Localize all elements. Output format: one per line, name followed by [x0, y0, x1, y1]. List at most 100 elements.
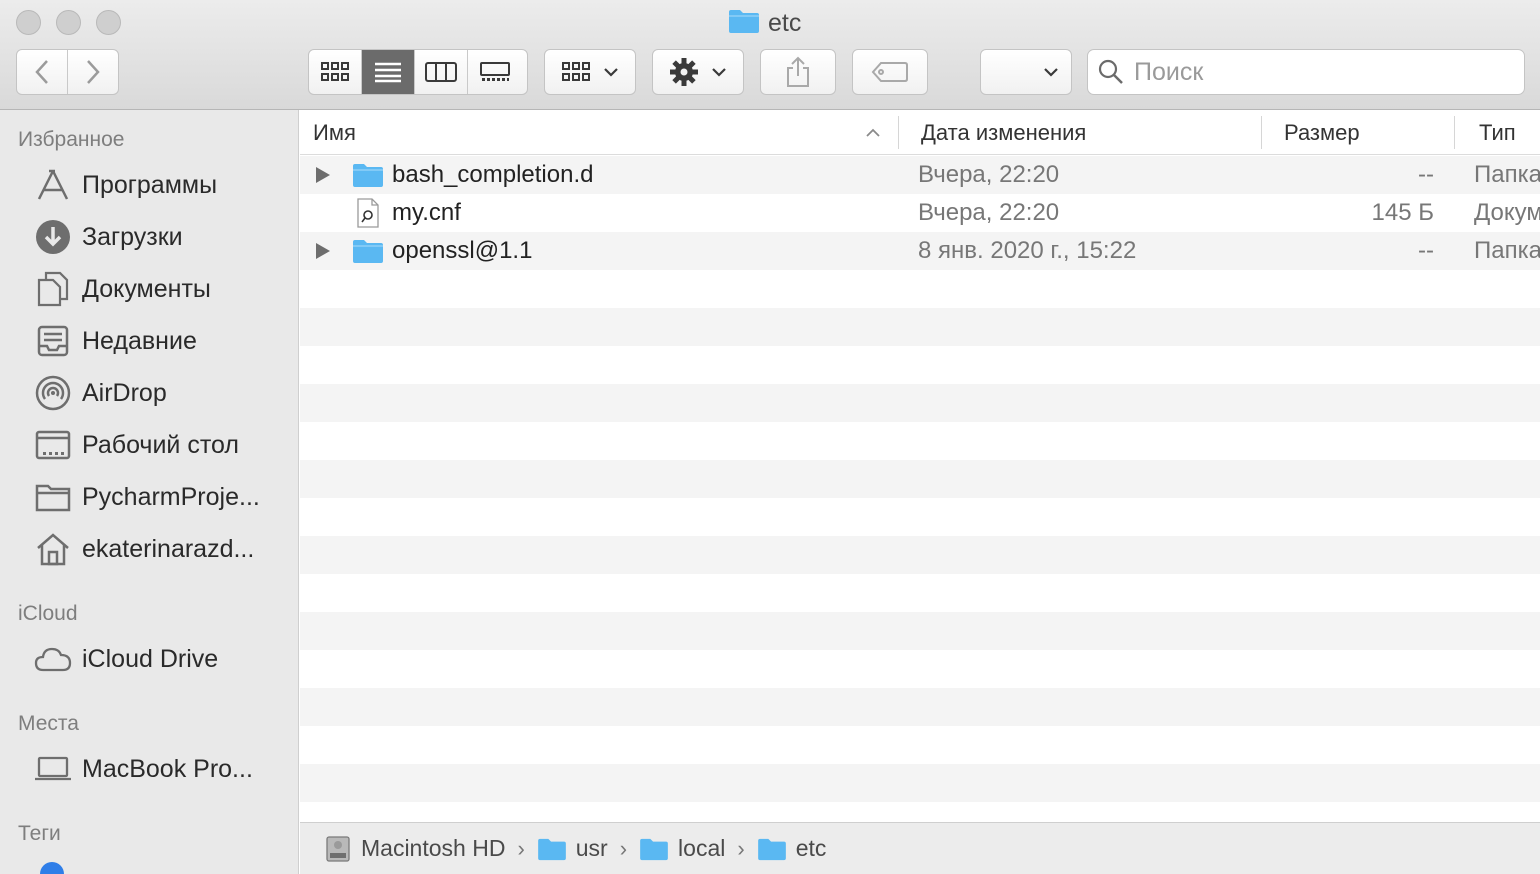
- navigation-buttons: [16, 49, 119, 95]
- sidebar-item-home[interactable]: ekaterinarazd...: [34, 527, 294, 571]
- share-icon: [787, 56, 809, 87]
- column-divider[interactable]: [898, 116, 899, 149]
- empty-row: [300, 574, 1540, 612]
- file-date: 8 янв. 2020 г., 15:22: [918, 237, 1137, 264]
- empty-row: [300, 460, 1540, 498]
- table-row[interactable]: openssl@1.1 8 янв. 2020 г., 15:22 -- Пап…: [300, 232, 1540, 270]
- home-icon: [34, 530, 72, 568]
- window-title: etc: [728, 8, 801, 38]
- sort-ascending-icon: [866, 128, 880, 137]
- column-divider[interactable]: [1261, 116, 1262, 149]
- table-row[interactable]: bash_completion.d Вчера, 22:20 -- Папка: [300, 156, 1540, 194]
- sidebar-item-documents[interactable]: Документы: [34, 267, 294, 311]
- gallery-view-button[interactable]: [468, 50, 521, 94]
- sidebar-item-applications[interactable]: Программы: [34, 163, 294, 207]
- chevron-down-icon: [604, 68, 618, 77]
- gear-icon: [670, 58, 698, 86]
- path-crumb-etc[interactable]: etc: [757, 835, 826, 862]
- empty-row: [300, 384, 1540, 422]
- tag-color-dot[interactable]: [40, 862, 64, 874]
- sidebar-item-downloads[interactable]: Загрузки: [34, 215, 294, 259]
- search-field[interactable]: [1087, 49, 1525, 95]
- icon-view-button[interactable]: [309, 50, 362, 94]
- path-crumb-label: usr: [575, 835, 608, 861]
- sidebar-heading-icloud: iCloud: [18, 602, 78, 625]
- chevron-left-icon: [35, 60, 48, 84]
- share-button[interactable]: [760, 49, 836, 95]
- empty-row: [300, 688, 1540, 726]
- table-row[interactable]: my.cnf Вчера, 22:20 145 Б Докум: [300, 194, 1540, 232]
- empty-row: [300, 498, 1540, 536]
- column-header-date[interactable]: Дата изменения: [921, 110, 1261, 155]
- path-dropdown-button[interactable]: [980, 49, 1072, 95]
- path-separator-icon: ›: [737, 835, 745, 861]
- sidebar: Избранное Программы Загрузки Документы Н…: [0, 110, 299, 874]
- cloud-icon: [34, 640, 72, 678]
- folder-icon: [352, 156, 384, 194]
- empty-row: [300, 536, 1540, 574]
- grid-dropdown-icon: [562, 62, 590, 81]
- sidebar-item-label: PycharmProje...: [82, 482, 260, 511]
- file-name: my.cnf: [392, 199, 461, 226]
- list-view-button[interactable]: [362, 50, 415, 94]
- column-header-size-label: Размер: [1284, 119, 1360, 145]
- action-menu-button[interactable]: [652, 49, 744, 95]
- empty-row: [300, 270, 1540, 308]
- sidebar-item-label: ekaterinarazd...: [82, 534, 255, 563]
- sidebar-item-label: iCloud Drive: [82, 644, 219, 673]
- sidebar-item-label: Загрузки: [82, 222, 183, 251]
- search-input[interactable]: [1134, 57, 1504, 87]
- column-header-date-label: Дата изменения: [921, 119, 1087, 145]
- chevron-down-icon: [712, 68, 726, 77]
- path-crumb-macintosh-hd[interactable]: Macintosh HD: [324, 835, 505, 863]
- disclosure-triangle-icon[interactable]: [316, 243, 330, 259]
- sidebar-item-label: Недавние: [82, 326, 197, 355]
- tags-button[interactable]: [852, 49, 928, 95]
- file-date: Вчера, 22:20: [918, 199, 1060, 226]
- zoom-window-button[interactable]: [96, 10, 121, 35]
- column-header-size[interactable]: Размер: [1284, 110, 1454, 155]
- sidebar-item-airdrop[interactable]: AirDrop: [34, 371, 294, 415]
- empty-row: [300, 764, 1540, 802]
- sidebar-item-pycharm-projects[interactable]: PycharmProje...: [34, 475, 294, 519]
- empty-row: [300, 308, 1540, 346]
- empty-row: [300, 802, 1540, 822]
- file-kind: Папка: [1474, 161, 1540, 188]
- file-size: --: [1418, 161, 1434, 188]
- sidebar-item-desktop[interactable]: Рабочий стол: [34, 423, 294, 467]
- folder-icon: [640, 838, 668, 860]
- sidebar-item-icloud-drive[interactable]: iCloud Drive: [34, 637, 294, 681]
- desktop-icon: [34, 426, 72, 464]
- hard-drive-icon: [326, 835, 350, 862]
- path-crumb-local[interactable]: local: [639, 835, 725, 862]
- path-crumb-usr[interactable]: usr: [537, 835, 608, 862]
- downloads-icon: [34, 218, 72, 256]
- column-header-name[interactable]: Имя: [313, 110, 898, 155]
- file-kind: Докум: [1474, 199, 1540, 226]
- applications-icon: [34, 166, 72, 204]
- sidebar-item-recents[interactable]: Недавние: [34, 319, 294, 363]
- sidebar-item-label: Рабочий стол: [82, 430, 239, 459]
- file-size: --: [1418, 237, 1434, 264]
- sidebar-heading-favorites: Избранное: [18, 128, 125, 151]
- disclosure-triangle-icon[interactable]: [316, 167, 330, 183]
- file-name: bash_completion.d: [392, 161, 594, 188]
- sidebar-item-label: Документы: [82, 274, 211, 303]
- column-divider[interactable]: [1454, 116, 1455, 149]
- file-kind: Папка: [1474, 237, 1540, 264]
- minimize-window-button[interactable]: [56, 10, 81, 35]
- back-button[interactable]: [17, 50, 68, 94]
- folder-icon: [34, 478, 72, 516]
- group-by-button[interactable]: [544, 49, 636, 95]
- folder-icon: [537, 838, 566, 860]
- close-window-button[interactable]: [16, 10, 41, 35]
- columns-icon: [425, 62, 457, 82]
- column-view-button[interactable]: [415, 50, 468, 94]
- folder-icon: [728, 8, 760, 39]
- column-header-kind[interactable]: Тип: [1479, 110, 1540, 155]
- file-size: 145 Б: [1371, 199, 1434, 226]
- column-header-name-label: Имя: [313, 119, 356, 145]
- forward-button[interactable]: [68, 50, 119, 94]
- sidebar-item-macbook-pro[interactable]: MacBook Pro...: [34, 747, 294, 791]
- empty-row: [300, 612, 1540, 650]
